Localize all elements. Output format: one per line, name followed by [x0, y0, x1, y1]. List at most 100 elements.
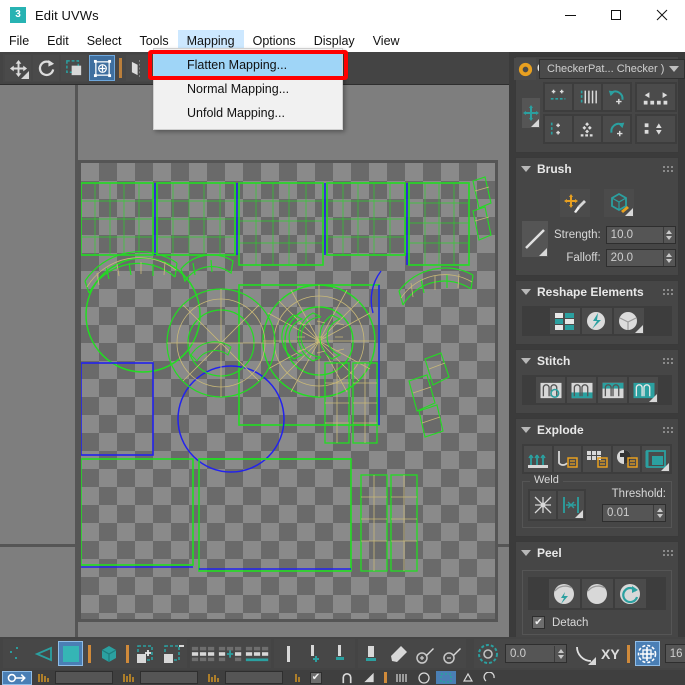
weld-selected-button[interactable] — [530, 491, 556, 519]
brush-falloff-input[interactable] — [606, 252, 663, 264]
rotate-button[interactable] — [33, 55, 59, 81]
edge-ring-button[interactable] — [302, 641, 327, 666]
falloff-curve-small-button[interactable] — [572, 641, 597, 666]
soft-selection-spinner[interactable] — [554, 645, 566, 662]
brush-falloff-spinner[interactable] — [662, 250, 675, 266]
break-face-button[interactable] — [583, 446, 611, 472]
move-button[interactable] — [5, 55, 31, 81]
loop-grow-button[interactable] — [245, 641, 270, 666]
panel-brush-header[interactable]: Brush — [516, 158, 678, 180]
maximize-button[interactable] — [593, 0, 639, 30]
panel-stitch-header[interactable]: Stitch — [516, 350, 678, 372]
menu-item-normal-mapping[interactable]: Normal Mapping... — [154, 77, 342, 101]
mirror-button[interactable] — [126, 55, 152, 81]
edge-subobject-button[interactable] — [31, 641, 56, 666]
snap-grid-button[interactable] — [634, 641, 660, 666]
menu-file[interactable]: File — [0, 30, 38, 52]
falloff-curve-button[interactable] — [522, 221, 548, 257]
ring-uv-button[interactable] — [218, 641, 243, 666]
soft-selection-button[interactable] — [475, 641, 500, 666]
stitch-target-button[interactable] — [629, 377, 658, 403]
region-select-icon[interactable] — [436, 671, 456, 684]
render-uv-button[interactable] — [614, 308, 644, 334]
u-coordinate-field[interactable] — [55, 671, 113, 684]
break-material-button[interactable] — [612, 446, 641, 472]
pelt-map-button[interactable] — [581, 579, 613, 608]
flip-vertical-button[interactable] — [637, 116, 675, 142]
grid-size-field[interactable] — [664, 644, 685, 663]
lock-coordinates-checkbox[interactable]: ✔ — [310, 671, 322, 684]
freeform-mode-button[interactable] — [89, 55, 115, 81]
edge-loop-button[interactable] — [275, 641, 300, 666]
peel-mode-button[interactable] — [614, 579, 646, 608]
circle-tool-icon — [414, 671, 434, 684]
lock-selection-button[interactable] — [2, 670, 32, 685]
grow-selection-button[interactable] — [134, 641, 159, 666]
element-subobject-button[interactable] — [96, 641, 121, 666]
shrink-selection-button[interactable] — [161, 641, 186, 666]
peel-detach-row[interactable]: ✔ Detach — [528, 616, 666, 629]
checker-material-icon[interactable] — [514, 58, 536, 80]
vertex-subobject-button[interactable] — [4, 641, 29, 666]
weld-threshold-field[interactable] — [602, 504, 666, 522]
grid-size-input[interactable] — [665, 647, 685, 660]
panel-explode-header[interactable]: Explode — [516, 419, 678, 441]
rotate-cw-button[interactable] — [603, 116, 630, 142]
quick-peel-button[interactable] — [548, 579, 580, 608]
break-element-button[interactable] — [642, 446, 670, 472]
align-vertical-button[interactable] — [574, 84, 601, 110]
menu-item-flatten-mapping[interactable]: Flatten Mapping... — [154, 53, 342, 77]
brush-strength-spinner[interactable] — [662, 227, 675, 243]
bottom-toolbar-row-1: XY — [0, 637, 685, 670]
peel-detach-checkbox[interactable]: ✔ — [532, 616, 545, 629]
brush-strength-input[interactable] — [606, 229, 663, 241]
relax-tool-button[interactable] — [359, 641, 384, 666]
relax-brush-button[interactable] — [604, 189, 634, 217]
brush-falloff-field[interactable] — [605, 249, 676, 267]
edge-align-icon — [335, 644, 344, 660]
relax-element-button[interactable] — [582, 308, 612, 334]
soft-selection-falloff-input[interactable] — [506, 647, 554, 660]
uv-editing-canvas[interactable] — [0, 85, 509, 637]
minimize-button[interactable] — [547, 0, 593, 30]
menu-item-unfold-mapping[interactable]: Unfold Mapping... — [154, 101, 342, 125]
stitch-custom-button[interactable] — [536, 377, 565, 403]
edge-align-button[interactable] — [329, 641, 354, 666]
stitch-selected-button[interactable] — [567, 377, 596, 403]
panel-grip-icon-6 — [662, 548, 673, 558]
brush-strength-field[interactable] — [605, 226, 676, 244]
rotate-ccw-button[interactable] — [603, 84, 630, 110]
align-horizontal-button[interactable] — [545, 84, 572, 110]
panel-reshape-elements-header[interactable]: Reshape Elements — [516, 281, 678, 303]
stitch-selected-icon — [571, 382, 592, 398]
stitch-source-button[interactable] — [598, 377, 627, 403]
v-coordinate-field[interactable] — [140, 671, 198, 684]
weld-threshold-spinner[interactable] — [653, 505, 665, 521]
space-horizontal-button[interactable] — [545, 116, 572, 142]
w-coordinate-field[interactable] — [225, 671, 283, 684]
close-button[interactable] — [639, 0, 685, 30]
target-weld-button[interactable] — [558, 491, 584, 519]
soft-selection-falloff-field[interactable] — [505, 644, 567, 663]
paint-select-minus-button[interactable] — [440, 641, 465, 666]
paint-select-button[interactable] — [386, 641, 411, 666]
panel-peel-header[interactable]: Peel — [516, 542, 678, 564]
break-button[interactable] — [524, 446, 552, 472]
align-pivot-button[interactable] — [522, 98, 540, 128]
paint-select-plus-button[interactable] — [413, 641, 438, 666]
uv-v-icon — [119, 671, 139, 684]
face-subobject-button[interactable] — [58, 641, 83, 666]
menu-edit[interactable]: Edit — [38, 30, 78, 52]
menu-view[interactable]: View — [364, 30, 409, 52]
flip-horizontal-button[interactable] — [637, 84, 675, 110]
weld-threshold-input[interactable] — [603, 507, 653, 519]
space-pattern-button[interactable] — [574, 116, 601, 142]
edge-subobject-icon — [34, 646, 52, 661]
menu-select[interactable]: Select — [78, 30, 131, 52]
break-angle-button[interactable] — [553, 446, 582, 472]
straighten-button[interactable] — [550, 308, 580, 334]
scale-button[interactable] — [61, 55, 87, 81]
loop-uv-button[interactable] — [191, 641, 216, 666]
map-dropdown[interactable]: CheckerPat... Checker ) — [539, 59, 685, 79]
paint-move-brush-button[interactable] — [560, 189, 590, 217]
